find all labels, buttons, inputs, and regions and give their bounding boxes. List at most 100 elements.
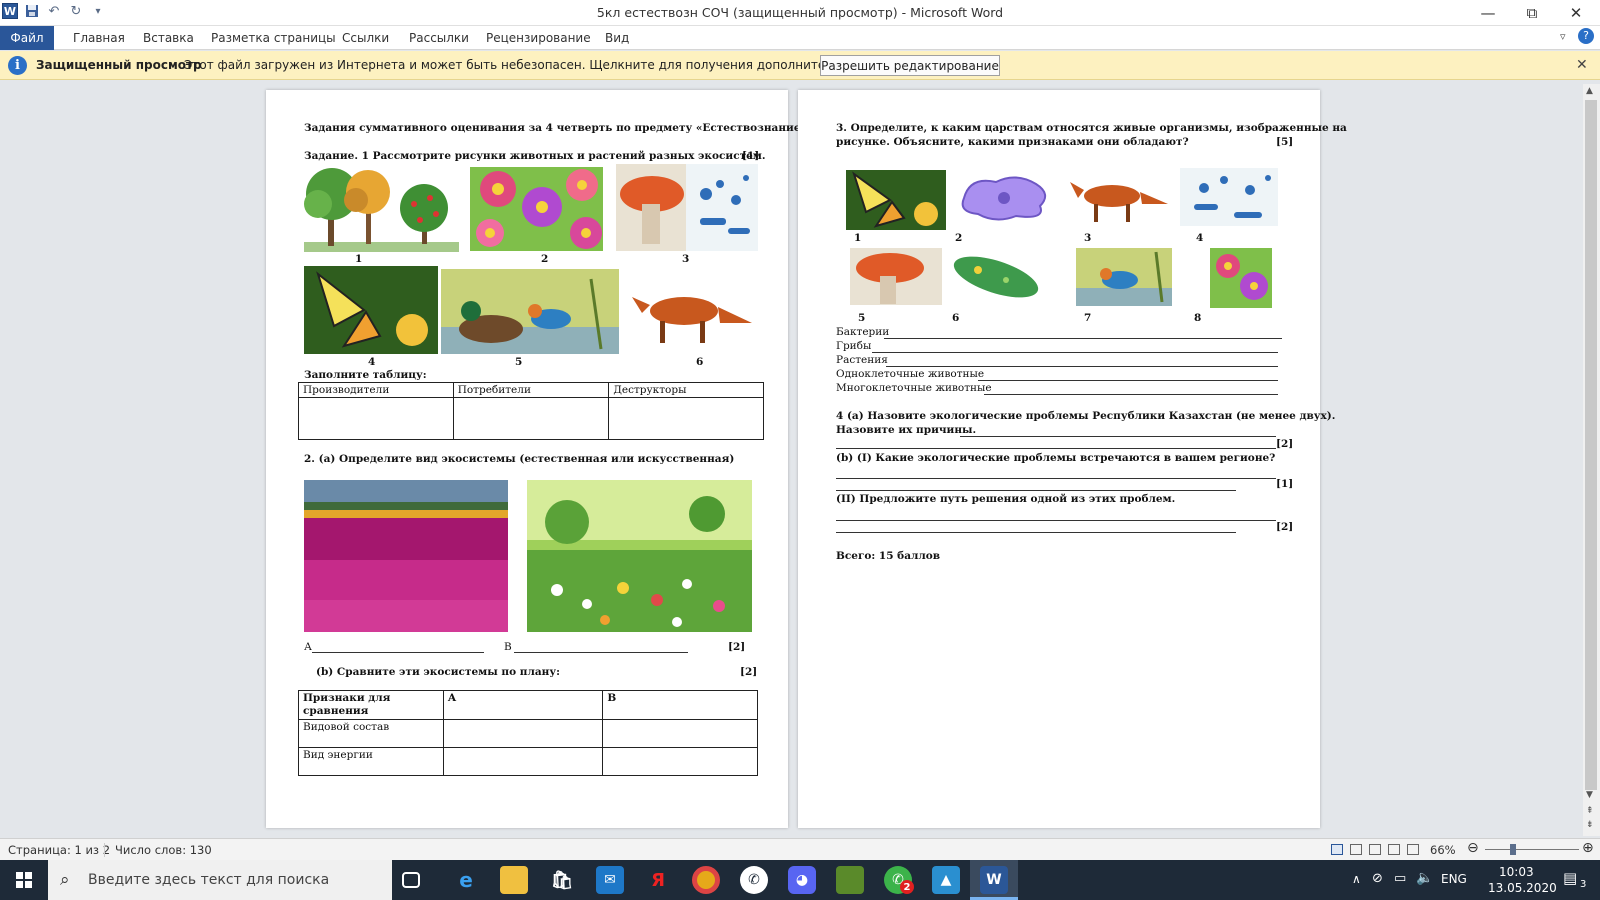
euglena-image: [948, 250, 1044, 304]
zoom-in-icon[interactable]: ⊕: [1582, 840, 1594, 856]
table-cell[interactable]: [298, 397, 454, 440]
battery-icon[interactable]: ▭: [1394, 871, 1406, 886]
fill-table-label: Заполните таблицу:: [304, 369, 427, 381]
answer-line[interactable]: [836, 532, 1236, 533]
word-taskbar-button[interactable]: W: [970, 860, 1018, 900]
outline-icon[interactable]: [1388, 844, 1400, 855]
network-icon[interactable]: ⊘: [1372, 871, 1383, 886]
page-count[interactable]: Страница: 1 из 2: [8, 843, 110, 857]
pic-number-8: 8: [1194, 312, 1202, 324]
task3-score: [5]: [1276, 136, 1294, 148]
trees-image: [304, 164, 459, 252]
task3-line2: рисунке. Объясните, какими признаками он…: [836, 136, 1189, 148]
store-icon[interactable]: 🛍: [548, 866, 576, 894]
language-indicator[interactable]: ENG: [1441, 872, 1467, 886]
task1-score: [1]: [742, 150, 760, 162]
print-layout-icon[interactable]: [1331, 844, 1343, 855]
table-cell[interactable]: [602, 747, 758, 776]
whatsapp-icon[interactable]: ✆: [740, 866, 768, 894]
zoom-level[interactable]: 66%: [1430, 843, 1456, 857]
ribbon-minimize-icon[interactable]: ▿: [1560, 28, 1566, 45]
close-button[interactable]: ✕: [1554, 0, 1598, 26]
tab-insert[interactable]: Вставка: [143, 29, 194, 47]
answer-line[interactable]: [984, 394, 1278, 395]
photos-icon[interactable]: ▲: [932, 866, 960, 894]
answer-line[interactable]: [978, 380, 1278, 381]
pic-number-7: 7: [1084, 312, 1092, 324]
enable-editing-button[interactable]: Разрешить редактирование: [820, 55, 1000, 76]
zoom-slider[interactable]: [1485, 849, 1579, 850]
answer-line[interactable]: [836, 490, 1236, 491]
pic-number-5: 5: [515, 356, 523, 368]
task4b1-score: [1]: [1276, 478, 1294, 490]
table-cell[interactable]: [602, 719, 758, 748]
task-view-icon[interactable]: [402, 872, 420, 888]
show-hidden-icons-icon[interactable]: ∧: [1352, 872, 1361, 886]
close-icon[interactable]: ✕: [1576, 57, 1588, 73]
previous-page-icon[interactable]: ⇞: [1586, 806, 1594, 816]
producers-consumers-table: Производители Потребители Деструкторы: [298, 382, 764, 440]
taskbar-search-box[interactable]: ⌕ Введите здесь текст для поиска: [48, 860, 392, 900]
draft-icon[interactable]: [1407, 844, 1419, 855]
task4a-line2: Назовите их причины.: [836, 424, 977, 436]
vertical-scrollbar[interactable]: ▲ ▼ ⇞ ⇟: [1583, 84, 1600, 836]
scroll-up-icon[interactable]: ▲: [1586, 86, 1593, 96]
window-title: 5кл естествозн СОЧ (защищенный просмотр)…: [596, 5, 1004, 20]
tab-page-layout[interactable]: Разметка страницы: [211, 29, 336, 47]
table-cell[interactable]: [608, 397, 764, 440]
clock-time[interactable]: 10:03: [1499, 865, 1534, 879]
yandex-browser-icon[interactable]: Я: [644, 866, 672, 894]
table-cell[interactable]: [442, 747, 604, 776]
tab-references[interactable]: Ссылки: [342, 29, 389, 47]
clock-date[interactable]: 13.05.2020: [1488, 881, 1557, 895]
scroll-thumb[interactable]: [1585, 100, 1597, 790]
next-page-icon[interactable]: ⇟: [1586, 820, 1594, 830]
minecraft-icon[interactable]: [836, 866, 864, 894]
help-icon[interactable]: ?: [1578, 28, 1594, 44]
restore-button[interactable]: ⧉: [1510, 0, 1554, 26]
pic-number-2: 2: [955, 232, 963, 244]
minimize-button[interactable]: —: [1466, 0, 1510, 26]
zoom-out-icon[interactable]: ⊖: [1467, 840, 1479, 856]
mail-icon[interactable]: ✉: [596, 866, 624, 894]
table-cell[interactable]: [442, 719, 604, 748]
word-icon: W: [980, 866, 1008, 894]
table-header-a: А: [442, 690, 604, 720]
answer-line[interactable]: [960, 436, 1276, 437]
table-row-label: Вид энергии: [298, 747, 444, 776]
kingdom-plants: Растения: [836, 354, 888, 366]
document-heading: Задания суммативного оценивания за 4 чет…: [304, 122, 811, 134]
scroll-down-icon[interactable]: ▼: [1586, 790, 1593, 800]
tab-mailings[interactable]: Рассылки: [409, 29, 469, 47]
edge-icon[interactable]: e: [452, 866, 480, 894]
chrome-icon[interactable]: [692, 866, 720, 894]
document-page-1[interactable]: Задания суммативного оценивания за 4 чет…: [266, 90, 811, 828]
answer-line[interactable]: [886, 366, 1278, 367]
windows-start-icon[interactable]: [0, 860, 48, 900]
full-screen-reading-icon[interactable]: [1350, 844, 1362, 855]
tab-review[interactable]: Рецензирование: [486, 29, 591, 47]
answer-line[interactable]: [836, 448, 1276, 449]
discord-icon[interactable]: ◕: [788, 866, 816, 894]
volume-icon[interactable]: 🔈: [1416, 870, 1433, 886]
answer-a-label: А: [304, 641, 312, 653]
answer-b-line[interactable]: [514, 652, 688, 653]
word-count[interactable]: Число слов: 130: [115, 843, 212, 857]
kingdom-animals: Многоклеточные животные: [836, 382, 992, 394]
tab-file[interactable]: Файл: [0, 26, 54, 50]
duck-kingfisher-image: [441, 269, 619, 354]
zoom-slider-handle[interactable]: [1510, 844, 1516, 855]
answer-line[interactable]: [884, 338, 1282, 339]
document-page-2[interactable]: 3. Определите, к каким царствам относятс…: [798, 90, 1347, 828]
answer-a-line[interactable]: [312, 652, 484, 653]
answer-line[interactable]: [872, 352, 1278, 353]
web-layout-icon[interactable]: [1369, 844, 1381, 855]
tab-home[interactable]: Главная: [73, 29, 125, 47]
file-explorer-icon[interactable]: [500, 866, 528, 894]
protected-view-title: Защищенный просмотр: [36, 58, 202, 72]
answer-line[interactable]: [836, 520, 1276, 521]
tab-view[interactable]: Вид: [605, 29, 629, 47]
answer-line[interactable]: [836, 478, 1276, 479]
table-cell[interactable]: [452, 397, 610, 440]
action-center-icon[interactable]: ▤: [1563, 869, 1577, 887]
